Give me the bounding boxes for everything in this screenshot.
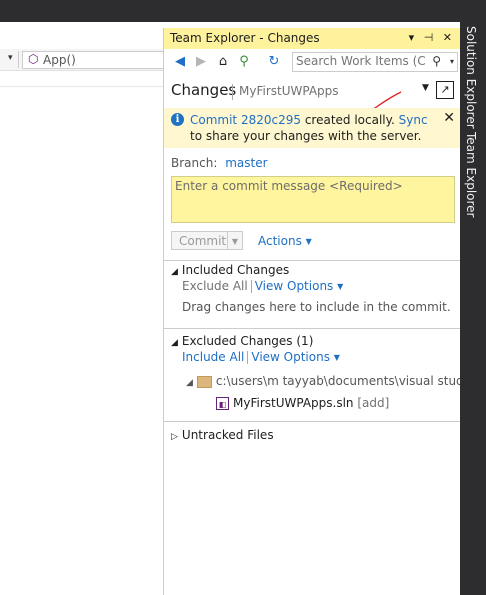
notification-text-mid: created locally. (301, 113, 399, 127)
forward-icon[interactable]: ▶ (193, 54, 209, 70)
file-name: MyFirstUWPApps.sln (233, 396, 354, 410)
search-icon[interactable]: ⚲ (432, 54, 441, 68)
commit-notification: i Commit 2820c295 created locally. Sync … (164, 108, 461, 148)
commit-message-input[interactable] (172, 177, 454, 221)
excluded-actions: Include All View Options ▼ (182, 350, 340, 364)
chevron-down-icon[interactable]: ▼ (334, 353, 340, 362)
actions-label: Actions (258, 234, 302, 248)
top-chrome (163, 0, 486, 22)
commit-button[interactable]: Commit (171, 231, 228, 250)
excluded-changes-header[interactable]: ◢ Excluded Changes (1) (171, 334, 313, 348)
solution-file-icon: ◧ (216, 397, 229, 410)
divider (232, 84, 233, 100)
divider (18, 51, 19, 68)
folder-tree-item[interactable]: ◢ c:\users\m tayyab\documents\visual stud… (186, 374, 478, 388)
panel-title-bar: Team Explorer - Changes ▾ ⊣ ✕ (164, 28, 461, 49)
branch-link[interactable]: master (225, 156, 267, 170)
repository-name: MyFirstUWPApps (239, 84, 339, 98)
member-dropdown-label: App() (43, 53, 76, 67)
tab-team-explorer[interactable]: Team Explorer (464, 132, 478, 218)
divider (164, 421, 461, 422)
search-box[interactable]: ⚲ ▾ (292, 52, 458, 72)
info-icon: i (171, 113, 184, 126)
sync-link[interactable]: Sync (399, 113, 428, 127)
expand-triangle-icon[interactable]: ◢ (186, 378, 193, 388)
chevron-down-icon[interactable]: ▼ (422, 83, 429, 93)
actions-menu[interactable]: Actions ▼ (258, 234, 312, 248)
folder-icon (196, 375, 212, 388)
branch-label: Branch: (171, 156, 218, 170)
side-tab-strip: Solution Explorer Team Explorer (460, 22, 486, 595)
chevron-down-icon[interactable]: ▾ (8, 53, 13, 63)
include-all-link[interactable]: Include All (182, 350, 244, 364)
divider (0, 86, 163, 87)
panel-window-buttons[interactable]: ▾ ⊣ ✕ (409, 31, 455, 44)
tab-solution-explorer[interactable]: Solution Explorer (464, 26, 478, 129)
undock-icon[interactable]: ↗ (436, 81, 454, 99)
divider (164, 328, 461, 329)
divider (247, 351, 249, 364)
untracked-files-title: Untracked Files (181, 428, 274, 442)
collapsed-triangle-icon: ▷ (171, 432, 178, 442)
team-explorer-toolbar: ◀ ▶ ⌂ ⚲ ↻ ⚲ ▾ (164, 51, 461, 73)
chevron-down-icon: ▼ (305, 237, 312, 246)
included-changes-title: Included Changes (181, 263, 290, 277)
included-changes-header[interactable]: ◢ Included Changes (171, 263, 289, 277)
refresh-icon[interactable]: ↻ (266, 54, 282, 70)
branch-row: Branch: master (171, 156, 268, 170)
file-status-tag: [add] (357, 396, 390, 410)
expand-triangle-icon: ◢ (171, 338, 178, 348)
untracked-files-header[interactable]: ▷ Untracked Files (171, 428, 274, 442)
panel-title: Team Explorer - Changes (170, 31, 320, 45)
chevron-down-icon[interactable]: ▾ (450, 57, 454, 66)
file-tree-item[interactable]: ◧ MyFirstUWPApps.sln [add] (216, 396, 389, 410)
included-actions: Exclude All View Options ▼ (182, 279, 343, 293)
navigation-bar: ▾ ⬡ App() (0, 49, 165, 71)
exclude-all-link[interactable]: Exclude All (182, 279, 248, 293)
search-input[interactable] (293, 53, 426, 69)
editor-top-chrome (0, 0, 163, 22)
editor-pane: ▾ ⬡ App() (0, 0, 165, 595)
close-icon[interactable]: ✕ (443, 110, 455, 126)
page-header: Changes MyFirstUWPApps ▼ ↗ (164, 80, 461, 129)
chevron-down-icon[interactable]: ▼ (337, 282, 343, 291)
divider (164, 260, 461, 261)
drag-hint: Drag changes here to include in the comm… (182, 300, 451, 314)
folder-path: c:\users\m tayyab\documents\visual studi… (215, 374, 479, 388)
back-icon[interactable]: ◀ (172, 54, 188, 70)
excluded-changes-title: Excluded Changes (1) (181, 334, 314, 348)
divider (250, 280, 252, 293)
expand-triangle-icon: ◢ (171, 267, 178, 277)
commit-message-box[interactable] (171, 176, 455, 223)
method-icon: ⬡ (28, 52, 39, 66)
page-title[interactable]: Changes (171, 81, 236, 99)
team-explorer-panel: Team Explorer - Changes ▾ ⊣ ✕ ◀ ▶ ⌂ ⚲ ↻ … (163, 28, 478, 595)
commit-dropdown-button[interactable]: ▼ (228, 231, 243, 250)
excluded-view-options-link[interactable]: View Options (251, 350, 330, 364)
home-icon[interactable]: ⌂ (215, 54, 231, 70)
member-dropdown[interactable]: ⬡ App() (22, 51, 165, 69)
notification-text: Commit 2820c295 created locally. Sync to… (190, 112, 435, 144)
notification-text-end: to share your changes with the server. (190, 129, 422, 143)
connect-icon[interactable]: ⚲ (236, 54, 252, 70)
included-view-options-link[interactable]: View Options (255, 279, 334, 293)
commit-link[interactable]: Commit 2820c295 (190, 113, 301, 127)
